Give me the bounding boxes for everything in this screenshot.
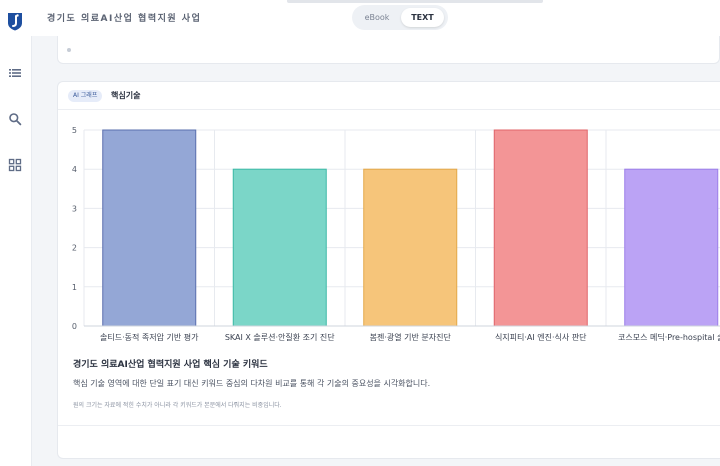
bar: [624, 168, 719, 327]
y-tick-label: 3: [72, 204, 77, 213]
x-tick-label: 식지피티·AI 엔진·식사 판단: [495, 332, 587, 342]
chart-caption-note: 원의 크기는 자료에 적힌 수치가 아니라 각 키워드가 본문에서 다뤄지는 비…: [73, 402, 282, 409]
bar: [232, 168, 327, 327]
card-divider: [58, 425, 720, 426]
x-tick-label: 솔티드·동적 족저압 기반 평가: [100, 332, 199, 342]
y-tick-label: 5: [72, 126, 77, 135]
chart-caption-title: 경기도 의료AI산업 협력지원 사업 핵심 기술 키워드: [73, 360, 268, 370]
header-scroll-indicator: [287, 0, 543, 3]
bullet-dot: [67, 48, 71, 52]
list-icon[interactable]: [8, 66, 22, 80]
x-tick-label: 봄젠·광열 기반 분자진단: [370, 332, 452, 342]
y-tick-label: 1: [72, 283, 77, 292]
previous-card: [57, 36, 720, 64]
x-tick-label: SKAI X 솔루션·안질환 조기 진단: [225, 332, 335, 342]
y-tick-label: 2: [72, 244, 77, 253]
y-tick-label: 0: [72, 322, 77, 331]
search-icon[interactable]: [8, 112, 22, 126]
text-toggle-button[interactable]: TEXT: [401, 8, 444, 27]
sidebar: [0, 0, 32, 466]
core-tech-card: AI 그래프 핵심기술 0 1 2 3 4 5 솔티드·동적 족저압 기반 평가 SKAI X…: [57, 81, 720, 459]
bar: [363, 168, 458, 327]
x-tick-label: 코스모스 메딕·Pre-hospital 솔: [618, 332, 720, 342]
app-title: 경기도 의료AI산업 협력지원 사업: [47, 14, 202, 24]
bar: [493, 129, 588, 327]
top-header: 경기도 의료AI산업 협력지원 사업 eBook TEXT: [31, 0, 720, 36]
view-mode-toggle: eBook TEXT: [352, 5, 448, 30]
y-tick-label: 4: [72, 165, 77, 174]
chart-caption-description: 핵심 기술 영역에 대한 단일 표기 대신 키워드 중심의 다차원 비교를 통해…: [73, 379, 431, 388]
app-logo-icon[interactable]: [7, 12, 23, 31]
bar: [102, 129, 197, 327]
grid-icon[interactable]: [8, 158, 22, 172]
bar-chart: 0 1 2 3 4 5 솔티드·동적 족저압 기반 평가 SKAI X 솔루션·안질환 조기 …: [72, 126, 720, 342]
ebook-toggle-button[interactable]: eBook: [356, 8, 398, 27]
